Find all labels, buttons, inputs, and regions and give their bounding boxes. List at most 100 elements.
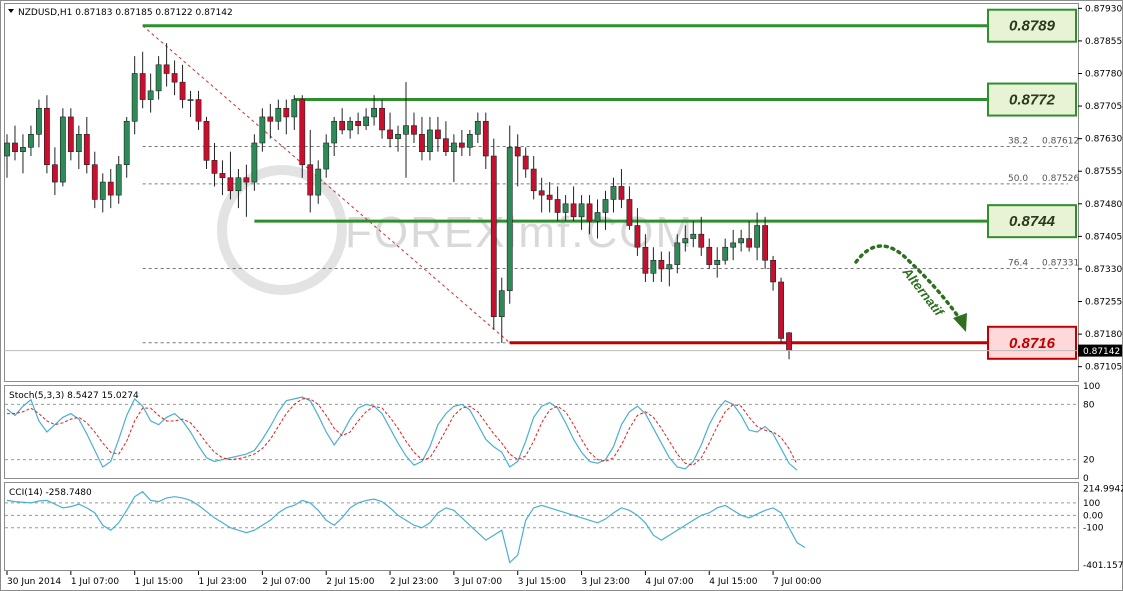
time-axis-tick-label: 7 Jul 00:00 (773, 577, 822, 587)
candle-body (578, 203, 585, 218)
candle-body (522, 155, 529, 170)
price-axis-tick-label: 0.87855 (1085, 37, 1122, 47)
candle-body (562, 203, 569, 213)
candle-body (147, 90, 154, 100)
candle-body (762, 225, 768, 261)
candle-body (482, 120, 489, 157)
candle (59, 108, 66, 187)
candle-body (299, 99, 306, 166)
candle-body (427, 129, 433, 152)
stochastic-label: Stoch(5,3,3) 8.5427 15.0274 (9, 391, 139, 401)
fibonacci-ratio-label: 76.4 (1008, 259, 1028, 269)
forex-chart: FOREXimf.COM 38.2 0.87612 50.0 0.87526 76.4 0… (0, 0, 1123, 591)
candle-body (36, 107, 42, 135)
candle-body (474, 120, 481, 135)
stochastic-tick-label: 20 (1083, 456, 1095, 466)
candle-body (586, 203, 593, 222)
price-axis-tick-label: 0.87930 (1085, 4, 1122, 14)
time-axis-tick-label: 2 Jul 23:00 (390, 577, 439, 587)
candle-body (131, 73, 138, 122)
current-price-label: 0.87142 (1083, 347, 1120, 357)
price-axis-tick-label: 0.87780 (1085, 69, 1122, 79)
candle-body (339, 120, 346, 131)
candle-body (195, 99, 202, 122)
time-axis-tick-label: 1 Jul 15:00 (135, 577, 184, 587)
candle-body (666, 264, 673, 270)
candle-body (91, 164, 98, 200)
time-axis-tick-label: 2 Jul 15:00 (326, 577, 375, 587)
candle-body (458, 142, 465, 148)
candle-body (307, 164, 314, 196)
candle-body (594, 212, 601, 222)
candle-body (259, 116, 266, 144)
candle-body (75, 133, 82, 152)
cci-tick-label: -401.1573 (1083, 561, 1123, 571)
price-axis-tick-label: 0.87255 (1085, 298, 1122, 308)
candle-body (371, 107, 377, 118)
candle-body (267, 116, 274, 122)
candle-body (754, 225, 761, 248)
candle-body (658, 259, 665, 270)
candle-body (12, 142, 18, 152)
candle-body (650, 259, 657, 274)
candle-body (235, 177, 242, 192)
candle-body (395, 133, 401, 139)
price-axis-tick-label: 0.87555 (1085, 167, 1122, 177)
candle-body (530, 168, 537, 192)
candle-body (786, 332, 792, 351)
price-axis-tick-label: 0.87405 (1085, 232, 1122, 242)
level-label-0.8744: 0.8744 (1009, 213, 1056, 230)
candle-body (211, 160, 218, 174)
level-label-0.8789: 0.8789 (1009, 18, 1056, 35)
candle-body (155, 64, 162, 92)
time-axis-tick-label: 1 Jul 07:00 (71, 577, 120, 587)
candle-body (610, 186, 617, 200)
candle-body (411, 125, 417, 135)
candle-body (243, 177, 250, 183)
candle-body (283, 107, 290, 118)
candle-body (4, 142, 10, 157)
candle-body (28, 133, 34, 148)
candle-body (163, 64, 170, 74)
candle-body (546, 194, 553, 200)
candle-body (490, 155, 497, 318)
cci-tick-label: 214.9942 (1083, 485, 1123, 495)
candle-body (674, 242, 681, 265)
price-axis-tick-label: 0.87480 (1085, 200, 1122, 210)
cci-label: CCI(14) -258.7480 (9, 488, 92, 498)
price-axis-tick-label: 0.87705 (1085, 102, 1122, 112)
candle-body (227, 177, 234, 192)
candle-body (387, 129, 393, 139)
candle-body (107, 181, 114, 196)
candle-body (187, 99, 194, 101)
candle-body (738, 238, 745, 244)
candle-body (331, 120, 338, 144)
candle-body (746, 238, 753, 248)
cci-tick-label: 0.00 (1083, 511, 1103, 521)
candle (490, 138, 497, 330)
time-axis-tick-label: 1 Jul 23:00 (199, 577, 248, 587)
candle-body (99, 181, 106, 200)
time-axis-tick-label: 4 Jul 07:00 (645, 577, 694, 587)
candle-body (20, 147, 26, 152)
candle-body (435, 129, 441, 139)
candle-body (219, 173, 226, 179)
candle-body (139, 73, 146, 100)
price-axis-tick-label: 0.87630 (1085, 135, 1122, 145)
time-axis-tick-label: 4 Jul 15:00 (709, 577, 758, 587)
candle-body (634, 225, 641, 248)
fibonacci-value-label: 0.87526 (1042, 174, 1079, 184)
time-axis-tick-label: 3 Jul 07:00 (454, 577, 503, 587)
stochastic-tick-label: 0 (1083, 474, 1089, 484)
watermark-text: FOREXimf.COM (345, 208, 694, 257)
candle-body (770, 259, 776, 283)
candle-body (442, 138, 449, 152)
cci-tick-label: 100 (1083, 499, 1100, 509)
candle-body (291, 99, 298, 118)
time-axis-tick-label: 30 Jun 2014 (7, 577, 61, 587)
price-axis-tick-label: 0.87330 (1085, 265, 1122, 275)
candle-body (363, 116, 369, 126)
candle-body (347, 120, 354, 131)
candle-body (179, 81, 186, 100)
price-axis-tick-label: 0.87180 (1085, 330, 1122, 340)
